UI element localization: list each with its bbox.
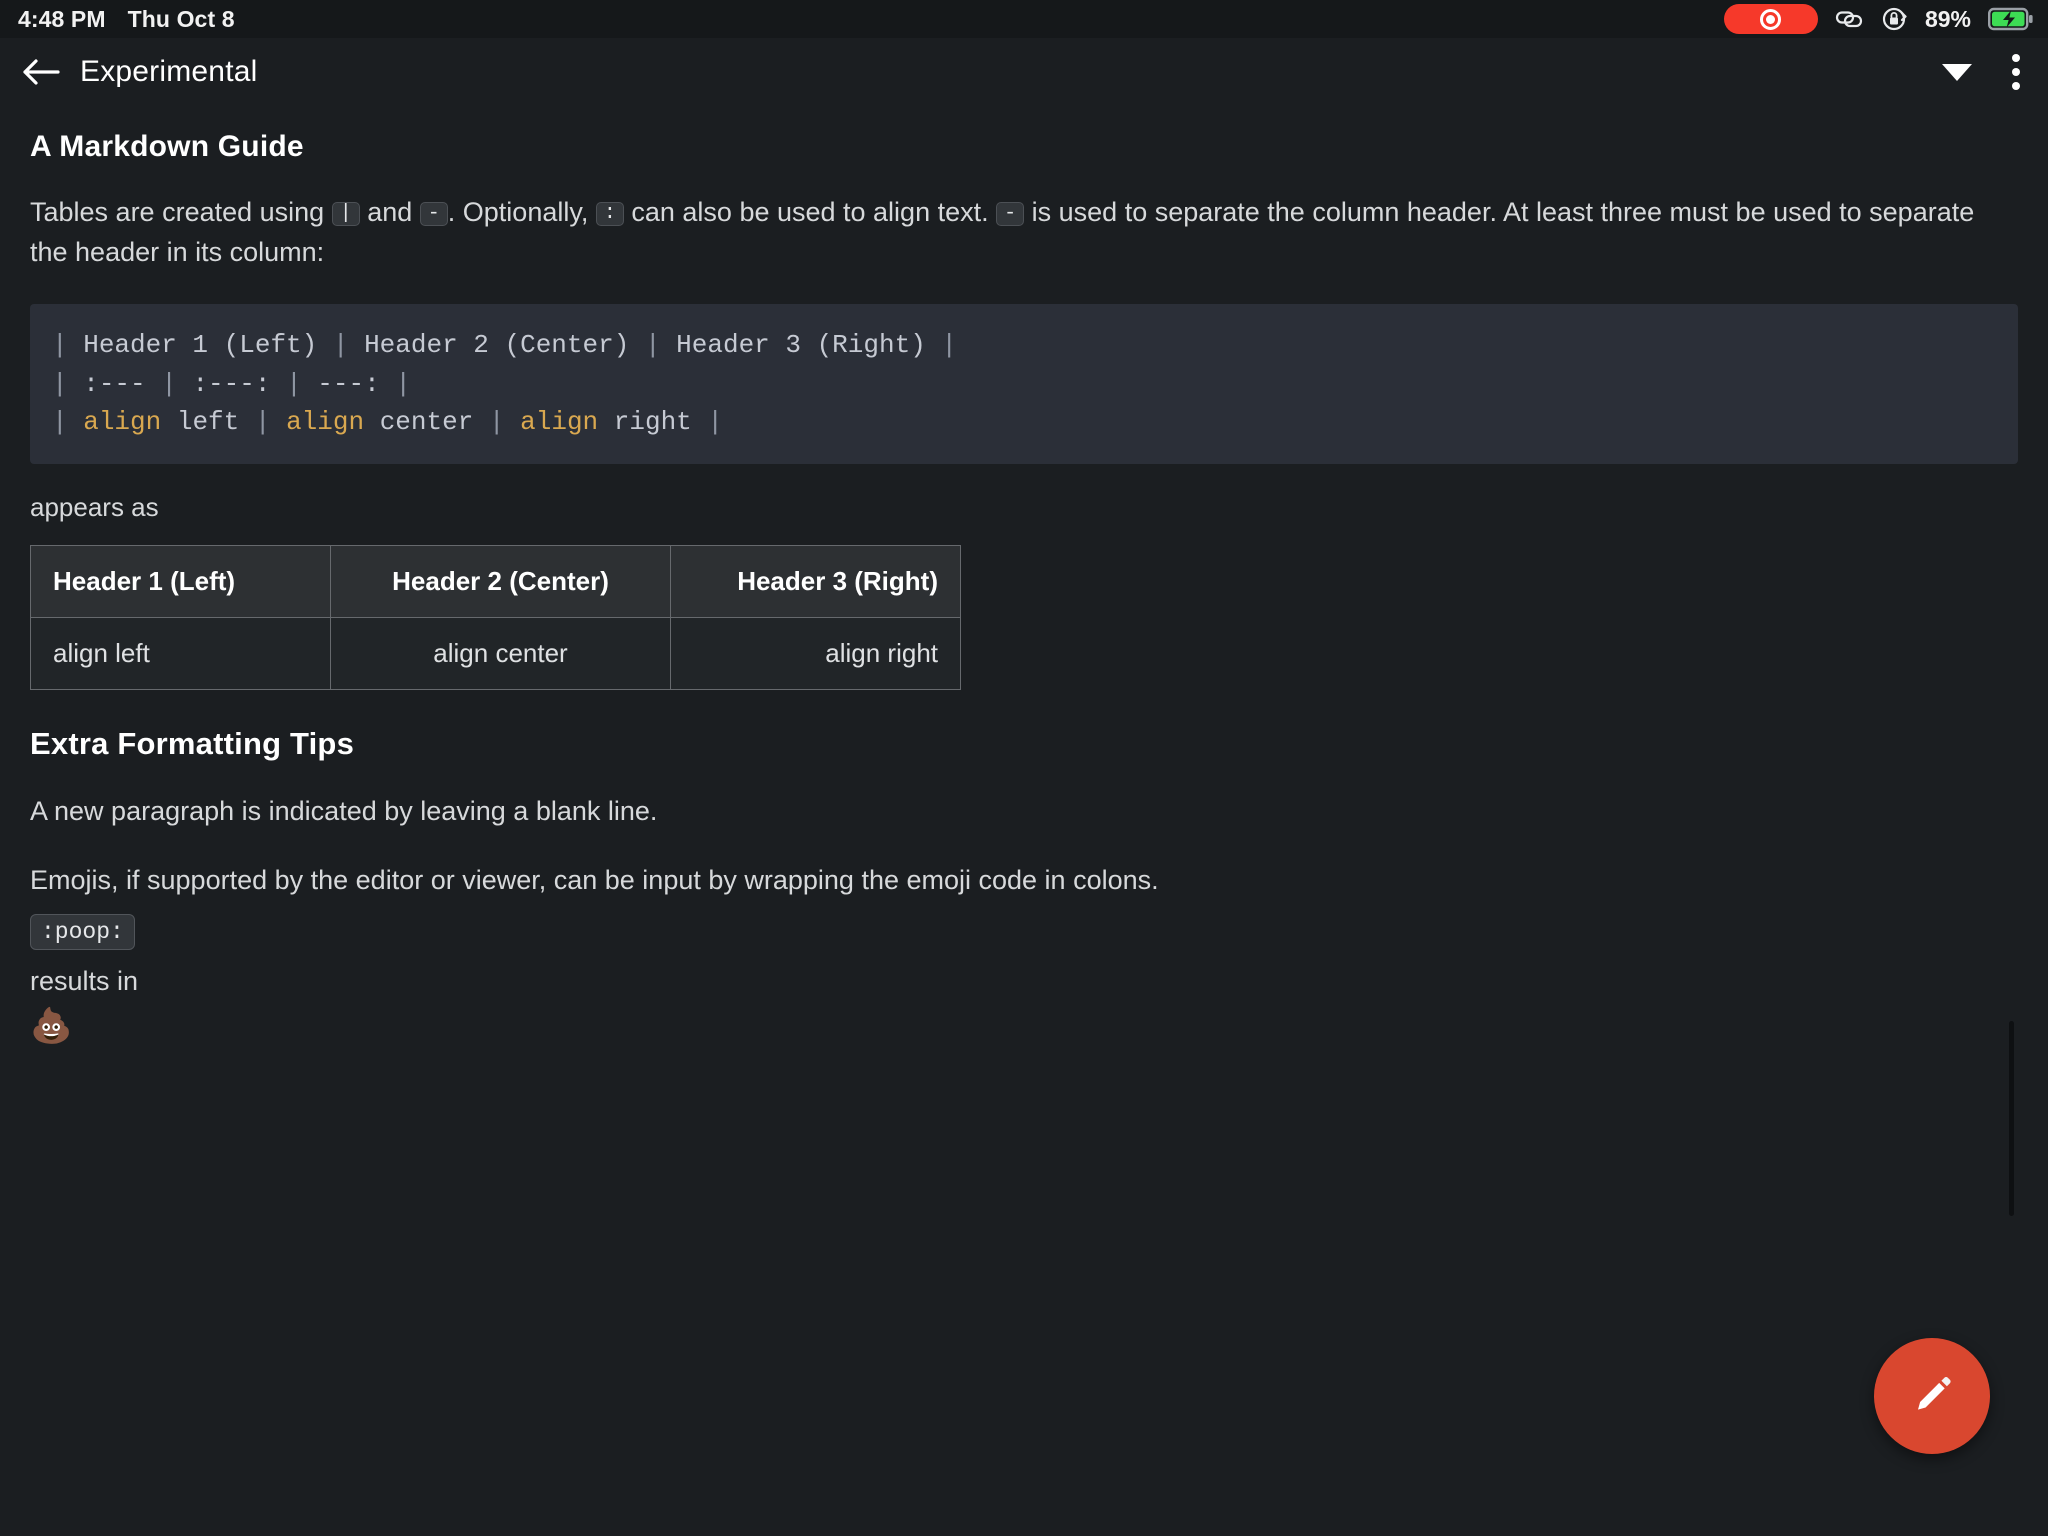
table-cell: align right: [670, 616, 961, 690]
kebab-dot: [2012, 54, 2020, 62]
battery-charging-icon: [1988, 6, 2034, 32]
inline-code-dash-2: -: [996, 202, 1025, 226]
code-text: right: [598, 407, 708, 438]
code-pipe: |: [52, 330, 84, 361]
status-time: 4:48 PM: [18, 5, 106, 32]
appears-as-label: appears as: [30, 491, 159, 522]
inline-code-colon: :: [595, 202, 624, 226]
table-head: Header 1 (Left) Header 2 (Center) Header…: [30, 544, 961, 618]
inline-code-dash: -: [419, 202, 448, 226]
emoji-code-line: :poop:: [30, 914, 2018, 951]
code-pipe: |: [395, 368, 411, 399]
results-in-label: results in: [30, 966, 139, 997]
table-cell: align left: [30, 616, 331, 690]
chevron-down-icon[interactable]: [1942, 63, 1972, 81]
code-pipe: |: [52, 407, 84, 438]
table-header-cell: Header 3 (Right): [670, 544, 961, 618]
paragraph-emojis: Emojis, if supported by the editor or vi…: [30, 864, 1159, 895]
code-text: :---: [83, 368, 162, 399]
inline-code-pipe: |: [331, 202, 360, 226]
kebab-dot: [2012, 68, 2020, 76]
code-pipe: |: [332, 330, 365, 361]
record-dot: [1766, 14, 1776, 24]
rendered-markdown-table: Header 1 (Left) Header 2 (Center) Header…: [30, 544, 961, 690]
code-pipe: |: [286, 368, 318, 399]
code-keyword: align: [286, 407, 365, 438]
section-heading-extra-formatting: Extra Formatting Tips: [30, 725, 355, 761]
code-text: ---:: [317, 368, 396, 399]
app-bar: Experimental: [0, 38, 2048, 106]
code-pipe: |: [644, 330, 677, 361]
more-options-icon[interactable]: [2006, 48, 2026, 96]
code-text: left: [161, 407, 255, 438]
code-pipe: |: [254, 407, 287, 438]
status-bar-right: 89%: [1723, 4, 2034, 34]
code-text: center: [364, 407, 489, 438]
intro-seg-3: . Optionally,: [447, 197, 596, 227]
table-body: align left align center align right: [30, 616, 961, 690]
vertical-scrollbar[interactable]: [2009, 1021, 2014, 1216]
code-text: Header 2 (Center): [364, 330, 645, 361]
code-text: Header 3 (Right): [676, 330, 942, 361]
pencil-icon: [1918, 1376, 1951, 1410]
status-bar: 4:48 PM Thu Oct 8 89%: [0, 0, 2048, 38]
table-cell: align center: [330, 616, 671, 690]
kebab-dot: [2012, 82, 2020, 90]
battery-percent: 89%: [1924, 5, 1971, 32]
intro-seg-4: can also be used to align text.: [623, 197, 997, 227]
intro-seg-1: Tables are created using: [30, 197, 332, 227]
code-pipe: |: [488, 407, 521, 438]
intro-paragraph: Tables are created using | and -. Option…: [30, 192, 2018, 272]
inline-code-poop: :poop:: [30, 914, 135, 951]
code-keyword: align: [83, 407, 162, 438]
code-pipe: |: [941, 330, 958, 361]
table-header-cell: Header 1 (Left): [30, 544, 331, 618]
intro-seg-2: and: [359, 197, 420, 227]
app-bar-actions: [1942, 48, 2026, 96]
code-pipe: |: [52, 368, 84, 399]
rotation-lock-icon: [1882, 6, 1908, 32]
code-pipe: |: [161, 368, 193, 399]
paragraph-new-paragraph: A new paragraph is indicated by leaving …: [30, 795, 658, 826]
code-text: Header 1 (Left): [83, 330, 333, 361]
table-row: align left align center align right: [30, 616, 961, 690]
code-pipe: |: [707, 407, 723, 438]
record-ring: [1760, 8, 1782, 30]
markdown-code-block: | Header 1 (Left) | Header 2 (Center) | …: [30, 304, 2018, 464]
status-date: Thu Oct 8: [127, 5, 235, 32]
note-content: A Markdown Guide Tables are created usin…: [0, 106, 2048, 1536]
code-keyword: align: [520, 407, 599, 438]
back-arrow-icon[interactable]: [18, 49, 64, 95]
table-header-row: Header 1 (Left) Header 2 (Center) Header…: [30, 544, 961, 618]
page-title: A Markdown Guide: [30, 130, 304, 163]
table-header-cell: Header 2 (Center): [330, 544, 671, 618]
app-bar-title: Experimental: [80, 55, 258, 88]
code-text: :---:: [192, 368, 287, 399]
status-bar-left: 4:48 PM Thu Oct 8: [18, 6, 235, 33]
recording-pill-icon[interactable]: [1723, 4, 1818, 34]
compose-note-fab[interactable]: [1874, 1338, 1990, 1454]
poop-emoji-icon: 💩: [30, 1007, 73, 1046]
link-icon: [1835, 7, 1865, 31]
